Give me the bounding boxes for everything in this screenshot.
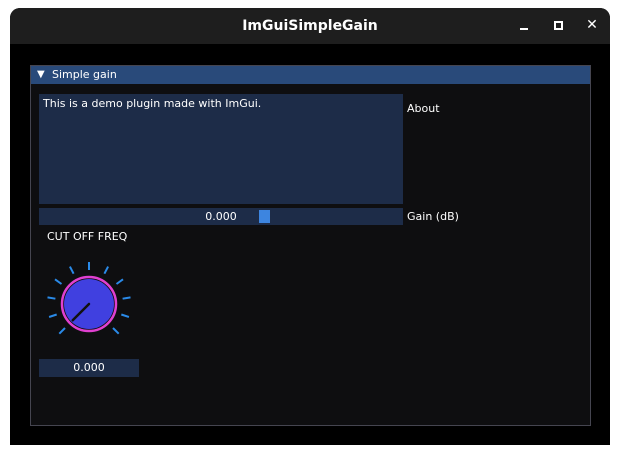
close-icon: ✕: [586, 17, 598, 33]
app-window: ImGuiSimpleGain ✕ ▼ Simple gain This is …: [10, 8, 610, 445]
minimize-icon: [520, 28, 528, 30]
knob-tick: [48, 313, 58, 318]
knob-tick: [58, 327, 66, 335]
maximize-button[interactable]: [543, 8, 573, 44]
knob-tick: [120, 313, 130, 318]
maximize-icon: [554, 21, 563, 30]
knob-tick: [122, 296, 131, 300]
gain-label: Gain (dB): [407, 210, 459, 223]
gain-slider[interactable]: 0.000: [39, 208, 403, 225]
knob-tick: [103, 266, 109, 275]
simple-gain-panel: ▼ Simple gain This is a demo plugin made…: [30, 65, 591, 426]
knob-value-input[interactable]: 0.000: [39, 359, 139, 377]
collapsing-header[interactable]: ▼ Simple gain: [31, 66, 590, 84]
gain-value: 0.000: [205, 210, 237, 223]
about-label: About: [407, 102, 440, 115]
minimize-button[interactable]: [510, 8, 540, 44]
knob-tick: [54, 278, 63, 285]
title-bar[interactable]: ImGuiSimpleGain ✕: [10, 8, 610, 44]
knob-label: CUT OFF FREQ: [47, 230, 128, 243]
about-textarea[interactable]: This is a demo plugin made with ImGui.: [39, 94, 403, 204]
close-button[interactable]: ✕: [577, 8, 607, 44]
knob-tick: [69, 266, 75, 275]
knob-tick: [112, 327, 120, 335]
knob-tick: [115, 278, 124, 285]
gain-slider-grab[interactable]: [259, 210, 270, 223]
cutoff-knob[interactable]: [36, 250, 140, 350]
header-label: Simple gain: [52, 68, 117, 81]
knob-tick: [47, 296, 56, 300]
collapse-arrow-icon: ▼: [37, 69, 45, 80]
